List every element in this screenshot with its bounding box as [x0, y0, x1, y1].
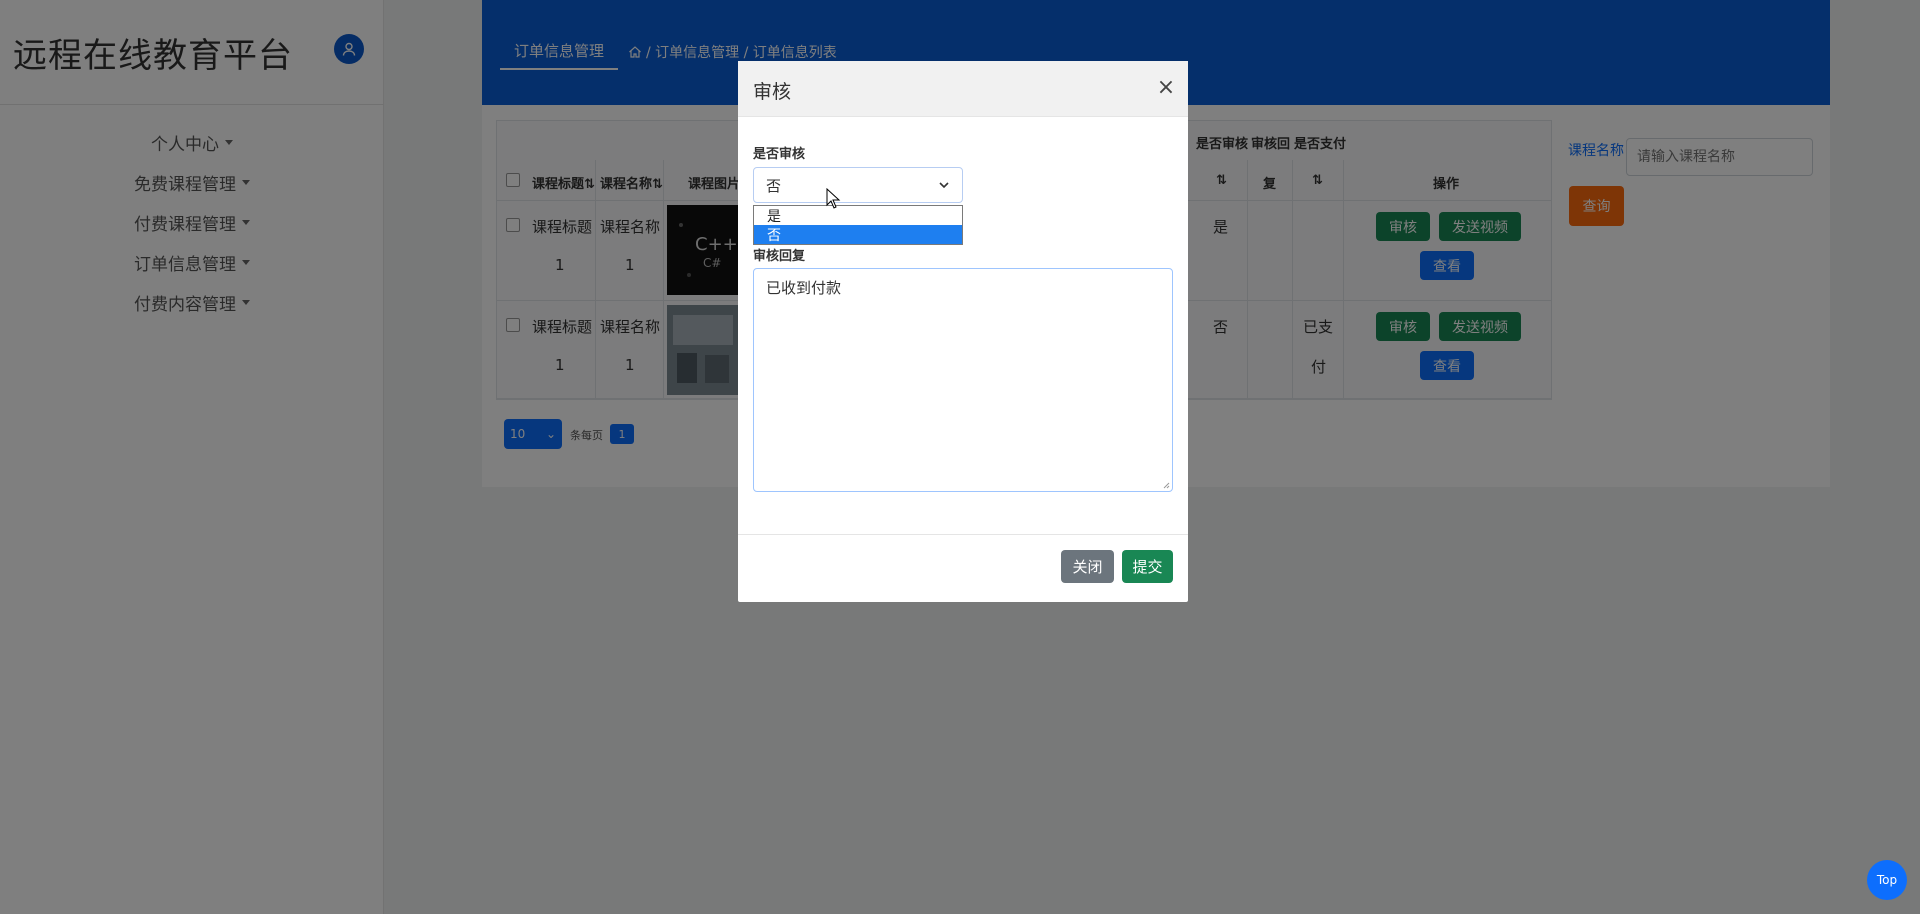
audit-status-dropdown: 是 否	[753, 205, 963, 245]
close-button[interactable]: 关闭	[1061, 550, 1114, 583]
chevron-down-icon	[939, 182, 949, 189]
audit-reply-label: 审核回复	[753, 249, 806, 264]
submit-button[interactable]: 提交	[1122, 550, 1173, 583]
divider	[738, 534, 1188, 535]
option-yes[interactable]: 是	[754, 206, 962, 225]
modal-title: 审核	[753, 81, 792, 103]
textarea-value: 已收到付款	[766, 279, 842, 297]
audit-status-select[interactable]: 否	[753, 167, 963, 203]
mouse-cursor-icon	[826, 188, 841, 209]
resize-handle-icon[interactable]	[1162, 481, 1170, 489]
close-icon[interactable]: ×	[1154, 75, 1178, 100]
option-no[interactable]: 否	[754, 225, 962, 244]
audit-reply-textarea[interactable]: 已收到付款	[753, 268, 1173, 492]
audit-status-label: 是否审核	[753, 147, 806, 162]
audit-modal: 审核 × 是否审核 否 审核回复 已收到付款 是 否 关闭 提交	[738, 61, 1188, 602]
modal-header: 审核 ×	[738, 61, 1188, 117]
back-to-top-button[interactable]: Top	[1867, 860, 1907, 900]
select-value: 否	[766, 176, 782, 195]
